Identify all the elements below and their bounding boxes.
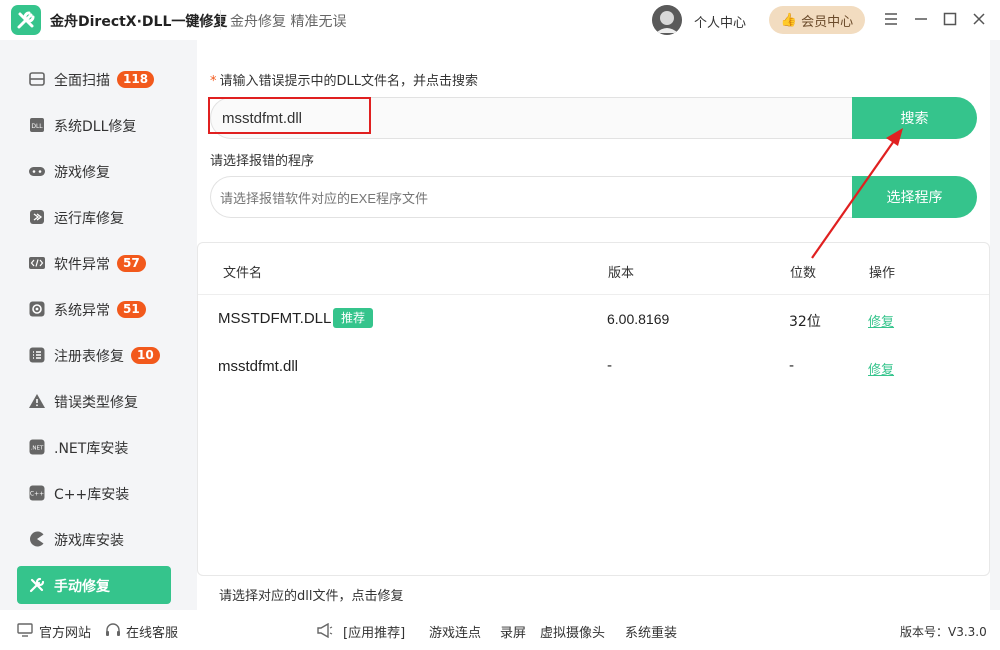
warning-icon: [28, 393, 46, 409]
footer-link-auto-clicker[interactable]: 游戏连点: [429, 622, 481, 641]
code-icon: [28, 255, 46, 271]
repair-hint: 请选择对应的dll文件，点击修复: [219, 589, 404, 604]
footer-link-virtual-camera[interactable]: 虚拟摄像头: [540, 622, 605, 641]
svg-text:DLL: DLL: [31, 123, 43, 130]
sidebar-item-system-error[interactable]: 系统异常 51: [17, 290, 171, 328]
sidebar-item-software-error[interactable]: 软件异常 57: [17, 244, 171, 282]
sidebar-item-error-type-repair[interactable]: 错误类型修复: [17, 382, 171, 420]
exe-file-input[interactable]: [220, 188, 820, 208]
title-divider: [220, 10, 221, 30]
sidebar-item-label: 系统DLL修复: [54, 119, 137, 135]
sidebar-item-registry-repair[interactable]: 注册表修复 10: [17, 336, 171, 374]
headset-icon: [105, 623, 121, 638]
svg-text:.NET: .NET: [31, 446, 44, 452]
thumbs-up-icon: 👍: [780, 12, 798, 28]
runtime-icon: [28, 209, 46, 225]
sidebar-item-label: 游戏修复: [54, 165, 110, 181]
dll-search-prompt: * 请输入错误提示中的DLL文件名，并点击搜索: [210, 74, 479, 89]
sidebar-item-runtime-repair[interactable]: 运行库修复: [17, 198, 171, 236]
footer-bar: 官方网站 在线客服 [应用推荐] 游戏连点 录屏 虚拟摄像头 系统重装 版本号：…: [0, 610, 1000, 650]
maximize-icon[interactable]: [942, 11, 958, 27]
count-badge: 10: [131, 347, 160, 364]
app-title: 金舟DirectX·DLL一键修复: [50, 14, 228, 30]
sidebar-item-label: 软件异常: [54, 257, 110, 273]
search-button[interactable]: 搜索: [852, 97, 977, 139]
version-label: 版本号：V3.3.0: [900, 625, 987, 639]
sidebar-item-label: 全面扫描: [54, 73, 110, 89]
close-icon[interactable]: [971, 11, 987, 27]
column-header-bits: 位数: [790, 266, 817, 281]
vip-center-label: 会员中心: [801, 14, 854, 30]
cpp-icon: C++: [28, 485, 46, 501]
sidebar-item-label: 运行库修复: [54, 211, 124, 227]
sidebar-item-game-lib-install[interactable]: 游戏库安装: [17, 520, 171, 558]
repair-link[interactable]: 修复: [868, 359, 894, 378]
sidebar-item-label: 游戏库安装: [54, 533, 124, 549]
sidebar-item-game-repair[interactable]: 游戏修复: [17, 152, 171, 190]
table-row-version: 6.00.8169: [607, 311, 670, 327]
monitor-icon: [17, 623, 33, 638]
sidebar-item-label: 错误类型修复: [54, 395, 138, 411]
avatar[interactable]: [652, 5, 682, 35]
recommend-tag: 推荐: [333, 308, 374, 328]
megaphone-icon: [316, 622, 333, 639]
minimize-icon[interactable]: [913, 11, 929, 27]
table-row-bits: 32位: [789, 314, 821, 330]
sidebar-item-label: 系统异常: [54, 303, 110, 319]
sidebar-item-label: .NET库安装: [54, 441, 129, 457]
user-center-link[interactable]: 个人中心: [694, 12, 746, 31]
app-slogan: 金舟修复 精准无误: [230, 14, 347, 30]
tools-icon: [28, 577, 46, 593]
app-logo-icon: [11, 5, 41, 35]
input-highlight-box: [208, 97, 371, 134]
gamepad-icon: [28, 163, 46, 179]
online-support-link[interactable]: 在线客服: [126, 622, 178, 641]
pacman-icon: [28, 531, 46, 547]
svg-text:C++: C++: [30, 491, 44, 498]
dll-icon: DLL: [28, 117, 46, 133]
sidebar-item-full-scan[interactable]: 全面扫描 118: [17, 60, 171, 98]
menu-icon[interactable]: [883, 11, 899, 27]
gear-icon: [28, 301, 46, 317]
column-header-filename: 文件名: [223, 266, 263, 281]
table-header: 文件名 版本 位数 操作: [198, 243, 989, 295]
footer-link-system-reinstall[interactable]: 系统重装: [625, 622, 677, 641]
table-row-version: -: [607, 358, 613, 374]
column-header-version: 版本: [608, 266, 635, 281]
repair-link[interactable]: 修复: [868, 311, 894, 330]
sidebar-item-label: 手动修复: [54, 579, 110, 595]
program-select-prompt: 请选择报错的程序: [210, 154, 315, 169]
sidebar-item-label: 注册表修复: [54, 349, 124, 365]
app-recommend-link[interactable]: [应用推荐]: [343, 622, 405, 641]
table-row-bits: -: [789, 358, 795, 374]
sidebar-item-net-install[interactable]: .NET .NET库安装: [17, 428, 171, 466]
title-bar: 金舟DirectX·DLL一键修复 金舟修复 精准无误 个人中心 👍 会员中心: [0, 0, 1000, 40]
scan-icon: [28, 71, 46, 87]
sidebar-item-cpp-install[interactable]: C++ C++库安装: [17, 474, 171, 512]
sidebar-item-system-dll[interactable]: DLL 系统DLL修复: [17, 106, 171, 144]
count-badge: 51: [117, 301, 146, 318]
count-badge: 118: [117, 71, 155, 88]
dll-results-table: 文件名 版本 位数 操作: [197, 242, 990, 576]
table-row-filename: msstdfmt.dll: [218, 358, 299, 375]
column-header-action: 操作: [869, 266, 896, 281]
list-icon: [28, 347, 46, 363]
net-icon: .NET: [28, 439, 46, 455]
table-row-filename: MSSTDFMT.DLL: [218, 310, 332, 327]
select-program-button[interactable]: 选择程序: [852, 176, 977, 218]
footer-link-screen-record[interactable]: 录屏: [500, 622, 526, 641]
sidebar-item-label: C++库安装: [54, 487, 130, 503]
sidebar-item-manual-repair[interactable]: 手动修复: [17, 566, 171, 604]
official-website-link[interactable]: 官方网站: [39, 622, 91, 641]
count-badge: 57: [117, 255, 146, 272]
vip-center-button[interactable]: 👍 会员中心: [769, 6, 865, 34]
dll-search-prompt-text: 请输入错误提示中的DLL文件名，并点击搜索: [219, 74, 479, 89]
